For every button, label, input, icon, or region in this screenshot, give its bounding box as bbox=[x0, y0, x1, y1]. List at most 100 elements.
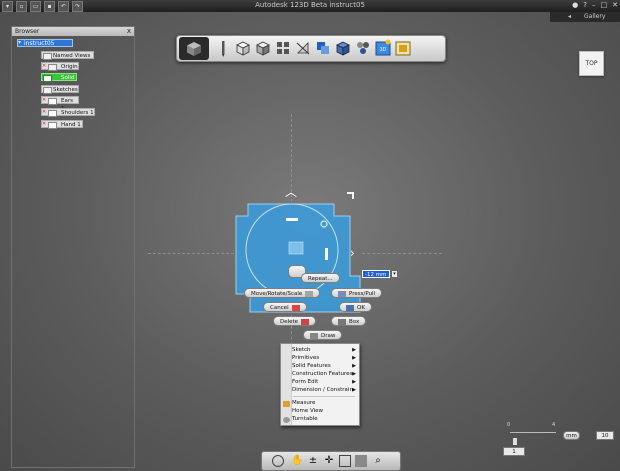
cancel-icon bbox=[291, 304, 300, 311]
minimize-button[interactable]: – bbox=[592, 1, 596, 9]
box-icon bbox=[338, 318, 346, 325]
menu-separator bbox=[293, 396, 355, 397]
sketch-icon bbox=[48, 110, 57, 117]
tree-item-solid[interactable]: Solid bbox=[41, 73, 77, 82]
press-pull-icon bbox=[338, 290, 346, 297]
menu-item-primitives[interactable]: Primitives ▶ bbox=[292, 354, 358, 362]
submenu-arrow-icon: ▶ bbox=[352, 387, 356, 393]
arrow-right-icon[interactable]: › bbox=[350, 247, 355, 259]
cancel-button[interactable]: Cancel bbox=[263, 302, 307, 312]
hidden-icon[interactable]: ✕ bbox=[42, 122, 47, 127]
close-window-button[interactable]: ✕ bbox=[612, 1, 618, 9]
menu-item-turntable[interactable]: Turntable bbox=[292, 415, 358, 423]
menu-item-form-edit[interactable]: Form Edit ▶ bbox=[292, 378, 358, 386]
snap-slider-track[interactable] bbox=[510, 432, 556, 433]
menu-item-home-view[interactable]: Home View bbox=[292, 407, 358, 415]
slider-tick-mid: 4 bbox=[552, 422, 556, 428]
repeat-button[interactable]: Repeat... bbox=[301, 273, 340, 283]
sketch-icon bbox=[48, 98, 57, 105]
tree-item-ears[interactable]: ✕ Ears 1 bbox=[41, 96, 79, 112]
dimension-dropdown-icon[interactable]: ▾ bbox=[391, 270, 398, 278]
display-mode-icon[interactable] bbox=[355, 455, 367, 467]
gallery-button[interactable]: Gallery bbox=[584, 13, 605, 20]
ok-button[interactable]: OK bbox=[339, 302, 372, 312]
submenu-arrow-icon: ▶ bbox=[352, 355, 356, 361]
move-rotate-scale-button[interactable]: Move/Rotate/Scale bbox=[244, 288, 321, 298]
title-bar: ▾ ▫ ▭ ▪ ↶ ↷ Autodesk 123D Beta instruct0… bbox=[0, 0, 620, 12]
home-cube-icon bbox=[187, 42, 201, 56]
window-controls: ● ? – □ ✕ bbox=[572, 1, 618, 9]
box-button[interactable]: Box bbox=[331, 316, 367, 326]
unit-button[interactable]: mm bbox=[563, 431, 580, 440]
navigation-bar: ✋ ± ✛ ⌕ bbox=[261, 451, 401, 471]
dimension-handle-right[interactable] bbox=[325, 248, 328, 260]
checkmark-icon bbox=[346, 304, 354, 311]
folder-icon bbox=[43, 53, 52, 60]
main-toolbar: 3D bbox=[176, 35, 446, 62]
hidden-icon[interactable]: ✕ bbox=[42, 98, 47, 103]
submenu-arrow-icon: ▶ bbox=[352, 347, 356, 353]
menu-item-construction-features[interactable]: Construction Features ▶ bbox=[292, 370, 358, 378]
view-mode-icon[interactable] bbox=[339, 455, 351, 467]
tree-item-shoulders[interactable]: ✕ Shoulders 1 bbox=[41, 108, 95, 117]
arrow-up-icon[interactable]: ︿ bbox=[285, 186, 297, 198]
ruler-icon bbox=[283, 401, 290, 407]
snap-slider-handle[interactable] bbox=[512, 437, 518, 446]
visible-icon[interactable] bbox=[43, 75, 52, 82]
account-icon[interactable]: ● bbox=[572, 1, 578, 9]
press-pull-button[interactable]: Press/Pull bbox=[331, 288, 383, 298]
submenu-arrow-icon: ▶ bbox=[352, 363, 356, 369]
delete-button[interactable]: Delete bbox=[273, 316, 317, 326]
snap-value-field[interactable]: 1 bbox=[503, 447, 525, 456]
sketch-icon bbox=[48, 122, 57, 129]
zoom-icon[interactable]: ± bbox=[307, 455, 319, 467]
corner-handle-icon[interactable] bbox=[347, 192, 354, 199]
box-primitive-icon[interactable] bbox=[235, 39, 251, 57]
context-menu: Sketch ▶ Primitives ▶ Solid Features ▶ Cons… bbox=[280, 343, 360, 426]
browser-title: Browser bbox=[15, 28, 40, 35]
gallery-arrow-icon[interactable]: ◂ bbox=[568, 13, 571, 20]
dimension-handle-top[interactable] bbox=[286, 218, 298, 221]
tree-item-hand[interactable]: ✕ Hand 1 bbox=[41, 120, 83, 129]
submenu-arrow-icon: ▶ bbox=[352, 379, 356, 385]
hidden-icon[interactable]: ✕ bbox=[42, 64, 47, 69]
orbit-icon[interactable] bbox=[272, 455, 284, 467]
maximize-button[interactable]: □ bbox=[601, 1, 608, 9]
pattern-icon[interactable] bbox=[275, 39, 291, 57]
tweak-icon[interactable] bbox=[335, 39, 351, 57]
gallery-bar: ◂ Gallery bbox=[550, 12, 620, 22]
tree-item-origin[interactable]: ✕ Origin bbox=[41, 62, 79, 71]
folder-icon bbox=[48, 64, 57, 71]
turntable-icon bbox=[283, 417, 290, 423]
browser-close-icon[interactable]: x bbox=[127, 27, 131, 35]
pan-hand-icon[interactable]: ✋ bbox=[291, 455, 303, 467]
menu-item-solid-features[interactable]: Solid Features ▶ bbox=[292, 362, 358, 370]
expand-icon[interactable]: ▾ bbox=[18, 39, 21, 46]
tree-item-named-views[interactable]: Named Views bbox=[41, 51, 94, 60]
move-icon bbox=[305, 290, 314, 297]
delete-icon bbox=[301, 318, 310, 325]
solid-features-icon[interactable] bbox=[255, 39, 271, 57]
tree-item-sketches[interactable]: Sketches bbox=[41, 85, 79, 94]
group-icon[interactable] bbox=[355, 39, 371, 57]
material-icon[interactable] bbox=[395, 39, 411, 57]
123d-logo-icon[interactable]: 3D bbox=[375, 39, 391, 57]
bool-icon[interactable] bbox=[315, 39, 331, 57]
window-title: Autodesk 123D Beta instruct05 bbox=[255, 1, 365, 9]
construction-icon[interactable] bbox=[295, 39, 311, 57]
pencil-icon[interactable] bbox=[215, 39, 231, 57]
hidden-icon[interactable]: ✕ bbox=[42, 110, 47, 115]
dimension-input[interactable]: -12 mm bbox=[362, 270, 390, 278]
home-cube-button[interactable] bbox=[179, 37, 209, 60]
menu-item-measure[interactable]: Measure bbox=[292, 399, 358, 407]
help-icon[interactable]: ? bbox=[583, 1, 587, 9]
axis-line-horizontal-right bbox=[362, 253, 442, 254]
menu-item-sketch[interactable]: Sketch ▶ bbox=[292, 346, 358, 354]
draw-button[interactable]: Draw bbox=[303, 330, 343, 340]
viewcube[interactable]: TOP bbox=[579, 51, 604, 76]
fit-icon[interactable]: ✛ bbox=[323, 455, 335, 467]
menu-item-dimension-constrain[interactable]: Dimension / Constrain ▶ bbox=[292, 386, 358, 394]
tree-root-item[interactable]: instruct05 bbox=[17, 39, 73, 47]
grid-value-field[interactable]: 10 bbox=[596, 431, 614, 440]
grid-settings-icon[interactable]: ⌕ bbox=[372, 455, 384, 467]
